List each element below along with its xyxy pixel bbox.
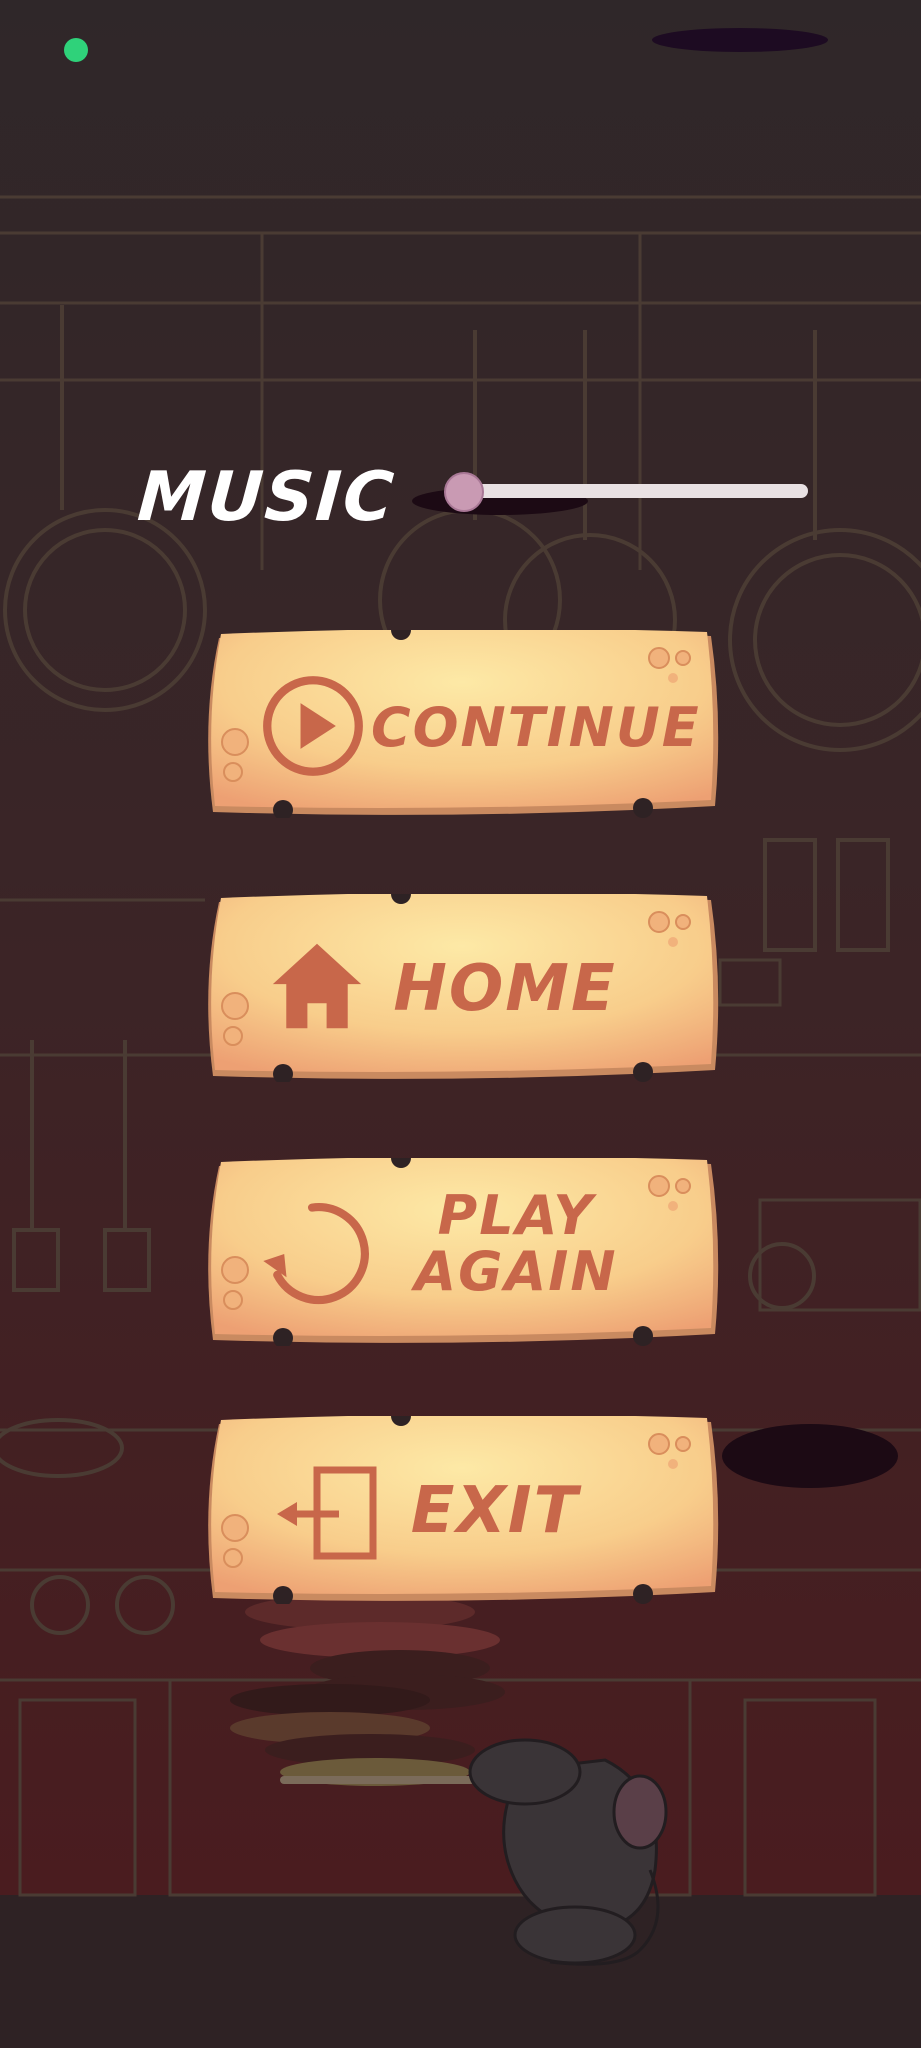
exit-button[interactable]: EXIT	[205, 1416, 721, 1604]
home-icon	[272, 943, 362, 1029]
play-again-line-2: AGAIN	[414, 1240, 618, 1303]
music-slider-track[interactable]	[448, 484, 808, 498]
play-icon	[263, 676, 363, 776]
music-label: MUSIC	[135, 458, 398, 537]
continue-button[interactable]: CONTINUE	[205, 630, 721, 818]
restart-icon	[263, 1203, 369, 1305]
exit-icon	[277, 1466, 377, 1560]
play-again-line-1: PLAY	[437, 1184, 595, 1247]
continue-label: CONTINUE	[371, 696, 701, 759]
status-indicator	[64, 38, 88, 62]
home-button[interactable]: HOME	[205, 894, 721, 1082]
play-again-button[interactable]: PLAY AGAIN	[205, 1158, 721, 1346]
play-again-label: PLAY AGAIN	[401, 1188, 631, 1300]
exit-label: EXIT	[410, 1474, 580, 1548]
music-slider-thumb[interactable]	[444, 472, 484, 512]
home-label: HOME	[393, 952, 617, 1026]
